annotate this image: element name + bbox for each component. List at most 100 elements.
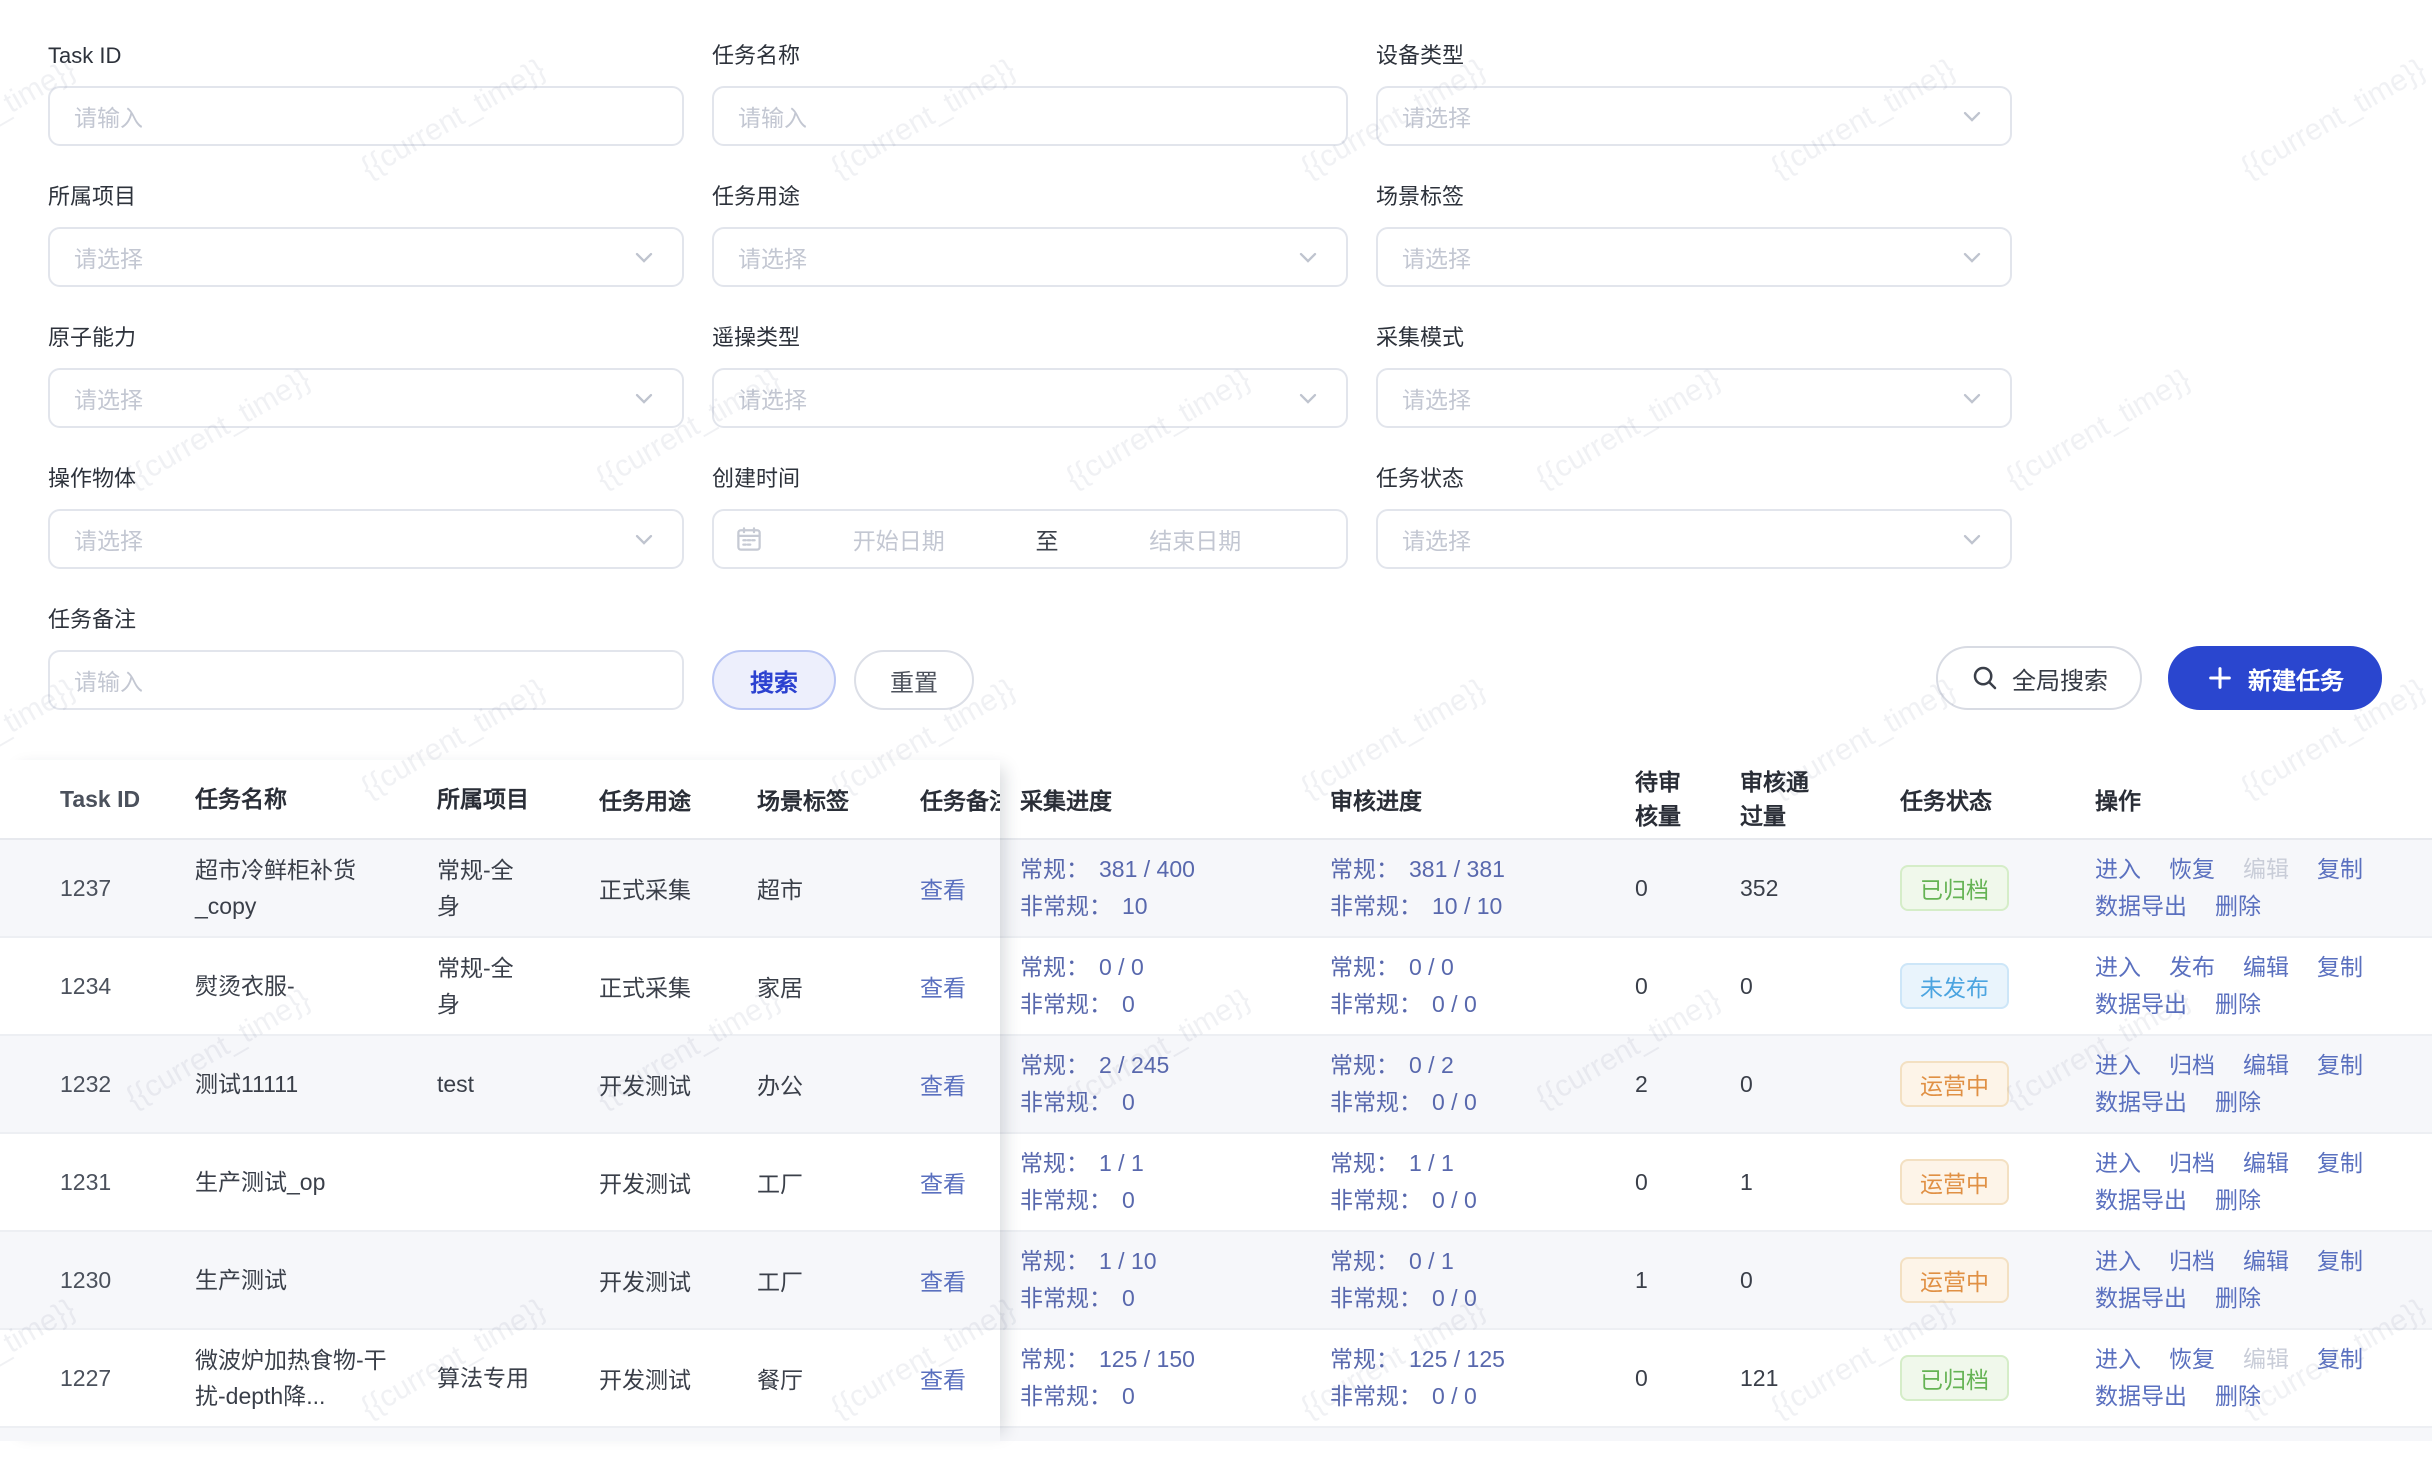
select-input[interactable]: 请选择 [712, 227, 1348, 287]
remark-input[interactable]: 请输入 [48, 650, 684, 710]
select-input[interactable]: 请选择 [1376, 86, 2012, 146]
reset-button[interactable]: 重置 [854, 650, 974, 710]
operations-links: 进入恢复编辑复制数据导出删除 [2095, 851, 2412, 925]
select-input[interactable]: 请选择 [48, 509, 684, 569]
action-link[interactable]: 复制 [2317, 1145, 2363, 1182]
action-link[interactable]: 归档 [2169, 1243, 2215, 1280]
progress-irregular-line: 非常规：0 / 0 [1330, 986, 1635, 1023]
global-search-button[interactable]: 全局搜索 [1936, 646, 2142, 710]
create-task-button[interactable]: 新建任务 [2168, 646, 2382, 710]
action-link[interactable]: 删除 [2215, 888, 2261, 925]
select-placeholder: 请选择 [74, 522, 143, 556]
action-link[interactable]: 归档 [2169, 1145, 2215, 1182]
select-input[interactable]: 请选择 [1376, 509, 2012, 569]
cell-task-id: 1231 [0, 1169, 195, 1196]
action-link[interactable]: 发布 [2169, 949, 2215, 986]
filter-field: 任务名称请输入 [712, 42, 1348, 146]
search-button[interactable]: 搜索 [712, 650, 836, 710]
action-link[interactable]: 进入 [2095, 949, 2141, 986]
cell-task-name: 熨烫衣服- [195, 968, 437, 1004]
action-link[interactable]: 删除 [2215, 1378, 2261, 1415]
action-link[interactable]: 复制 [2317, 1243, 2363, 1280]
select-input[interactable]: 请选择 [1376, 227, 2012, 287]
action-link[interactable]: 删除 [2215, 1182, 2261, 1219]
view-remark-link[interactable]: 查看 [920, 1171, 966, 1197]
text-input[interactable]: 请输入 [712, 86, 1348, 146]
cell-scene: 办公 [757, 1067, 920, 1101]
filter-field: 原子能力请选择 [48, 324, 684, 428]
action-link[interactable]: 数据导出 [2095, 1084, 2187, 1121]
view-remark-link[interactable]: 查看 [920, 1073, 966, 1099]
text-input[interactable]: 请输入 [48, 86, 684, 146]
column-header-status: 任务状态 [1900, 782, 2095, 816]
date-range-input[interactable]: 开始日期至结束日期 [712, 509, 1348, 569]
cell-task-name: 测试11111 [195, 1066, 437, 1102]
progress-irregular-prefix: 非常规： [1020, 893, 1112, 919]
action-link[interactable]: 归档 [2169, 1047, 2215, 1084]
action-link[interactable]: 数据导出 [2095, 1182, 2187, 1219]
action-link[interactable]: 数据导出 [2095, 1378, 2187, 1415]
select-input[interactable]: 请选择 [1376, 368, 2012, 428]
filter-label: Task ID [48, 42, 684, 70]
column-header-collect-progress: 采集进度 [1000, 782, 1330, 816]
action-link[interactable]: 编辑 [2243, 949, 2289, 986]
action-link[interactable]: 删除 [2215, 1280, 2261, 1317]
action-link[interactable]: 进入 [2095, 851, 2141, 888]
cell-project: 算法专用 [437, 1360, 599, 1396]
column-header-task-id: Task ID [0, 786, 195, 813]
chevron-down-icon [630, 384, 658, 412]
action-link[interactable]: 复制 [2317, 1341, 2363, 1378]
view-remark-link[interactable]: 查看 [920, 1367, 966, 1393]
cell-project: test [437, 1066, 599, 1102]
action-link[interactable]: 进入 [2095, 1047, 2141, 1084]
status-badge: 已归档 [1900, 865, 2009, 911]
cell-remark: 查看 [920, 1361, 1000, 1395]
action-link[interactable]: 编辑 [2243, 1047, 2289, 1084]
column-header-name: 任务名称 [195, 781, 437, 817]
action-link[interactable]: 复制 [2317, 1047, 2363, 1084]
action-link[interactable]: 删除 [2215, 986, 2261, 1023]
progress-irregular-value: 0 [1122, 991, 1135, 1017]
cell-task-name: 超市冷鲜柜补货_copy [195, 852, 437, 924]
action-link[interactable]: 编辑 [2243, 1145, 2289, 1182]
progress-regular-value: 1 / 1 [1409, 1150, 1454, 1176]
progress-irregular-line: 非常规：0 / 0 [1330, 1084, 1635, 1121]
progress-irregular-prefix: 非常规： [1330, 893, 1422, 919]
select-input[interactable]: 请选择 [48, 368, 684, 428]
cell-operations: 进入归档编辑复制数据导出删除 [2095, 1145, 2432, 1219]
action-link[interactable]: 数据导出 [2095, 888, 2187, 925]
filter-label: 原子能力 [48, 324, 684, 352]
view-remark-link[interactable]: 查看 [920, 1269, 966, 1295]
select-placeholder: 请选择 [74, 381, 143, 415]
action-link[interactable]: 进入 [2095, 1145, 2141, 1182]
filter-form: Task ID请输入任务名称请输入设备类型请选择所属项目请选择任务用途请选择场景… [48, 42, 2432, 569]
action-link[interactable]: 复制 [2317, 851, 2363, 888]
action-link[interactable]: 数据导出 [2095, 1280, 2187, 1317]
progress-regular-value: 125 / 125 [1409, 1346, 1505, 1372]
view-remark-link[interactable]: 查看 [920, 877, 966, 903]
progress-irregular-line: 非常规：0 [1020, 1378, 1330, 1415]
action-link[interactable]: 数据导出 [2095, 986, 2187, 1023]
progress-regular-value: 381 / 400 [1099, 856, 1195, 882]
column-header-scene: 场景标签 [757, 782, 920, 816]
progress-regular-prefix: 常规： [1020, 1346, 1089, 1372]
cell-scene: 工厂 [757, 1165, 920, 1199]
filter-field: 任务用途请选择 [712, 183, 1348, 287]
action-link[interactable]: 进入 [2095, 1341, 2141, 1378]
action-link[interactable]: 进入 [2095, 1243, 2141, 1280]
cell-operations: 进入恢复编辑复制数据导出删除 [2095, 851, 2432, 925]
cell-pending-count: 0 [1635, 1365, 1740, 1392]
select-input[interactable]: 请选择 [48, 227, 684, 287]
action-link[interactable]: 恢复 [2169, 851, 2215, 888]
column-header-pending-count: 待审核量 [1635, 765, 1740, 833]
action-link[interactable]: 编辑 [2243, 1243, 2289, 1280]
select-placeholder: 请选择 [1402, 240, 1471, 274]
select-input[interactable]: 请选择 [712, 368, 1348, 428]
action-link[interactable]: 删除 [2215, 1084, 2261, 1121]
progress-irregular-value: 0 [1122, 1089, 1135, 1115]
action-link[interactable]: 恢复 [2169, 1341, 2215, 1378]
view-remark-link[interactable]: 查看 [920, 975, 966, 1001]
task-table: Task ID 任务名称 所属项目 任务用途 场景标签 任务备注 1237超市冷… [0, 760, 2432, 1441]
action-link[interactable]: 复制 [2317, 949, 2363, 986]
chevron-down-icon [1958, 243, 1986, 271]
